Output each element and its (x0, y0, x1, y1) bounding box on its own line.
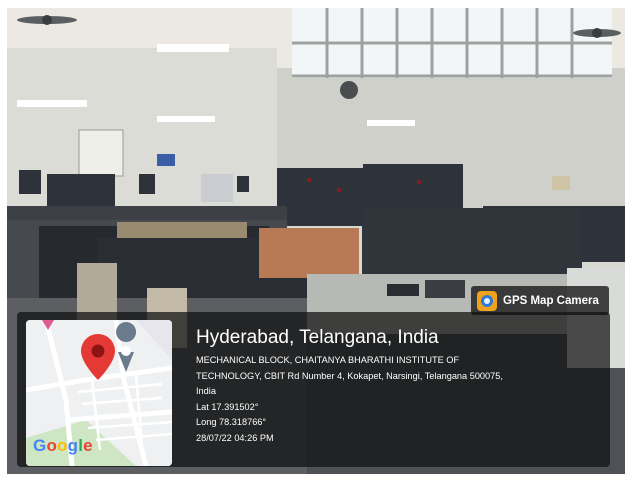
address-line-3: India (196, 386, 216, 396)
address-line-2: TECHNOLOGY, CBIT Rd Number 4, Kokapet, N… (196, 370, 503, 381)
tube-light (157, 44, 229, 52)
address-line-1: MECHANICAL BLOCK, CHAITANYA BHARATHI INS… (196, 355, 460, 365)
longitude-text: Long 78.318766° (196, 417, 267, 427)
timestamp-text: 28/07/22 04:26 PM (196, 432, 274, 443)
map-thumbnail[interactable]: Google (26, 320, 172, 466)
latitude-text: Lat 17.391502° (196, 401, 259, 412)
location-details: Hyderabad, Telangana, India MECHANICAL B… (196, 326, 606, 446)
google-logo: Google (33, 436, 93, 455)
badge-label: GPS Map Camera (503, 294, 599, 307)
location-title: Hyderabad, Telangana, India (196, 327, 439, 348)
location-pin-icon (81, 334, 115, 380)
geotagged-photo-frame: GPS Map Camera Google Hyderabad, Telanga… (0, 0, 632, 480)
gps-map-camera-icon (477, 290, 497, 311)
gps-map-camera-badge: GPS Map Camera (471, 286, 609, 315)
